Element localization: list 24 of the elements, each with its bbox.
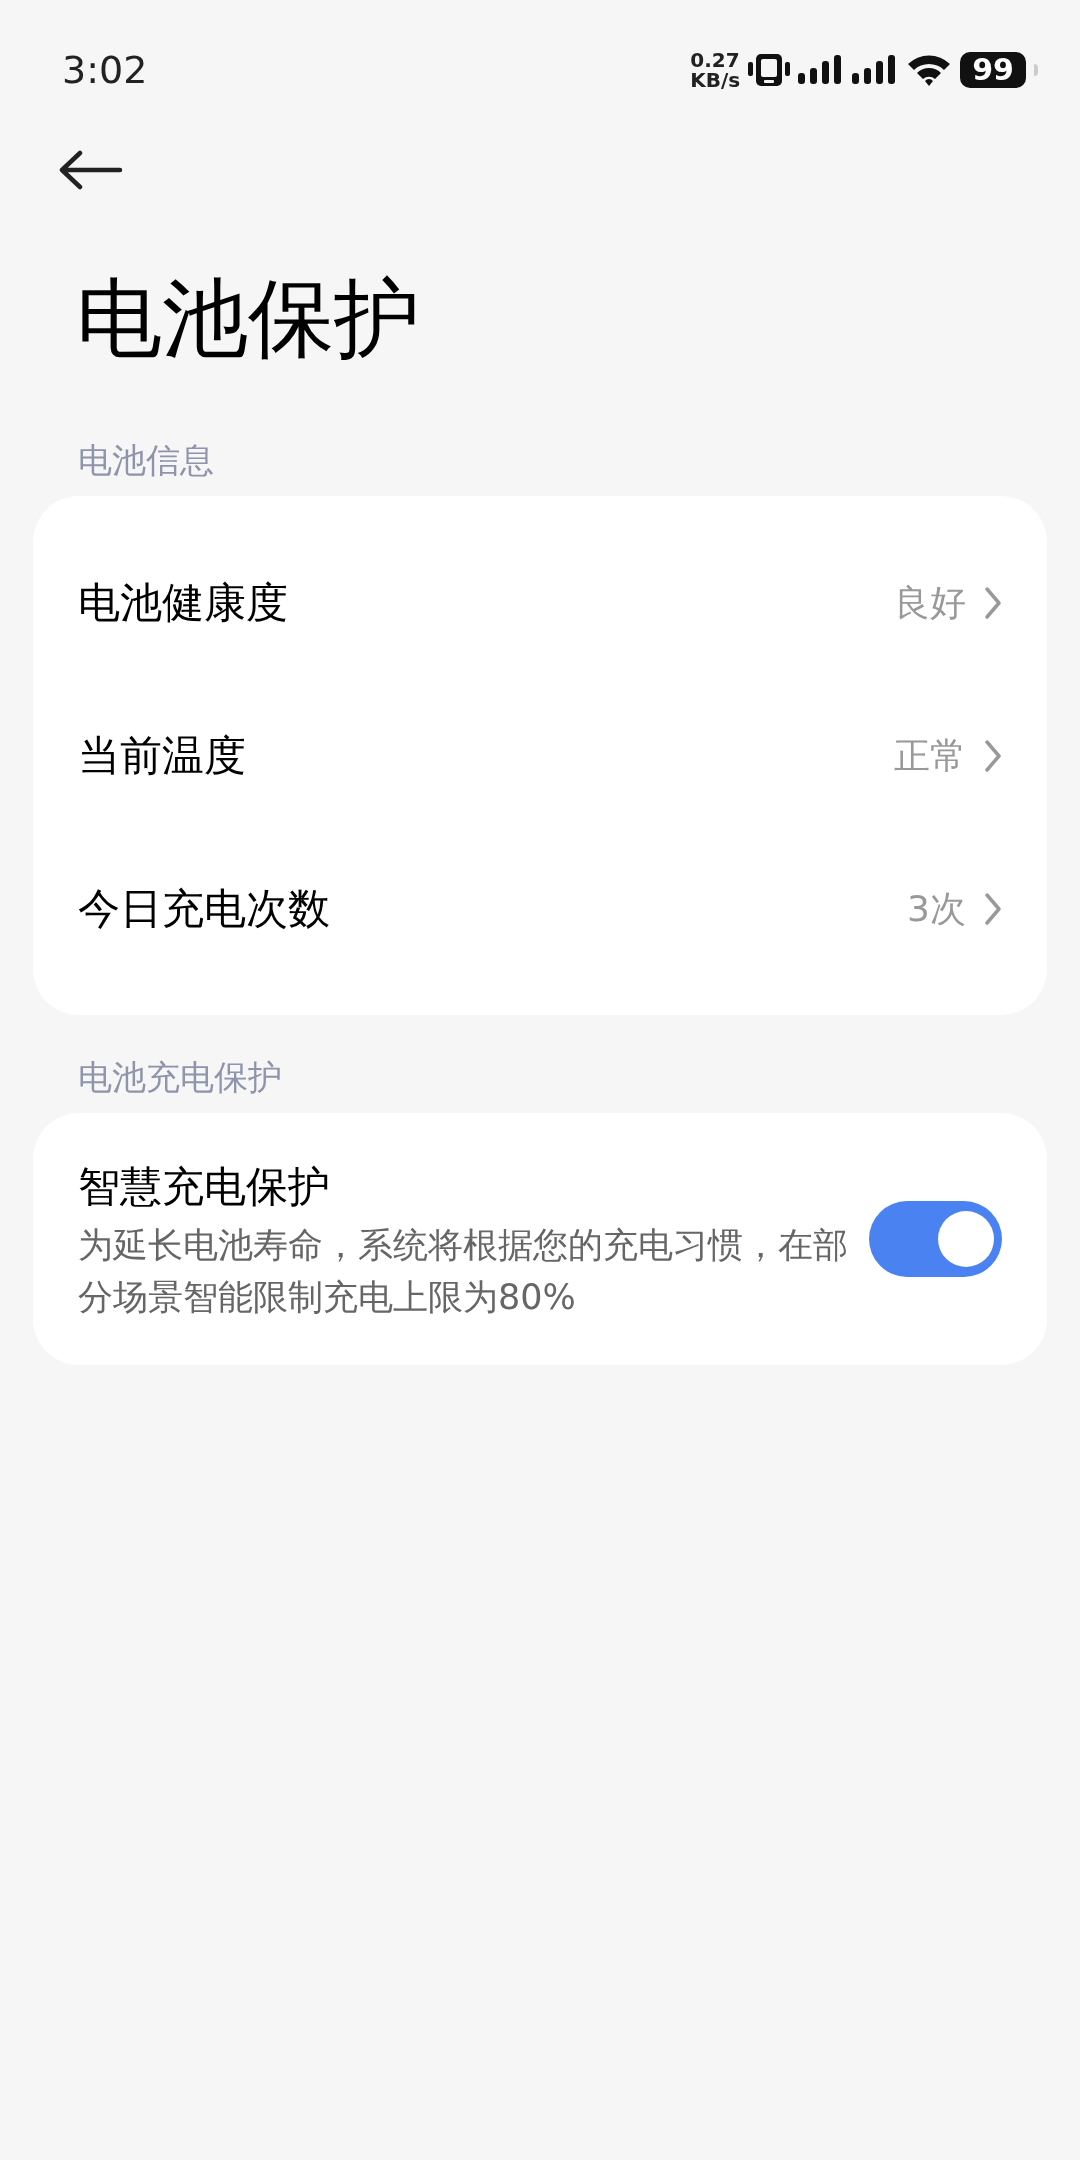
back-icon[interactable]	[58, 150, 124, 190]
chevron-right-icon	[984, 891, 1002, 926]
settings-row[interactable]: 当前温度 正常	[33, 679, 1047, 832]
row-value: 3次	[907, 886, 966, 931]
row-value: 正常	[894, 733, 966, 778]
battery-indicator: 99	[960, 52, 1026, 88]
vibrate-icon	[748, 53, 791, 87]
page-title: 电池保护	[75, 267, 421, 370]
section-header: 电池充电保护	[77, 1056, 283, 1099]
row-label: 电池健康度	[78, 577, 288, 629]
settings-row[interactable]: 电池健康度 良好	[33, 526, 1047, 679]
wifi-icon	[906, 54, 953, 86]
section-header: 电池信息	[77, 439, 215, 482]
clock: 3:02	[62, 46, 148, 94]
settings-row[interactable]: 今日充电次数 3次	[33, 832, 1047, 985]
network-speed: 0.27 KB/s	[690, 50, 741, 90]
row-value: 良好	[894, 580, 966, 625]
row-label: 智慧充电保护	[78, 1161, 331, 1213]
row-label: 当前温度	[78, 730, 246, 782]
battery-tip-icon	[1034, 64, 1038, 76]
row-description: 为延长电池寿命，系统将根据您的充电习惯，在部分场景智能限制充电上限为80%	[78, 1224, 849, 1319]
row-label: 今日充电次数	[78, 883, 330, 935]
chevron-right-icon	[984, 738, 1002, 773]
chevron-right-icon	[984, 585, 1002, 620]
